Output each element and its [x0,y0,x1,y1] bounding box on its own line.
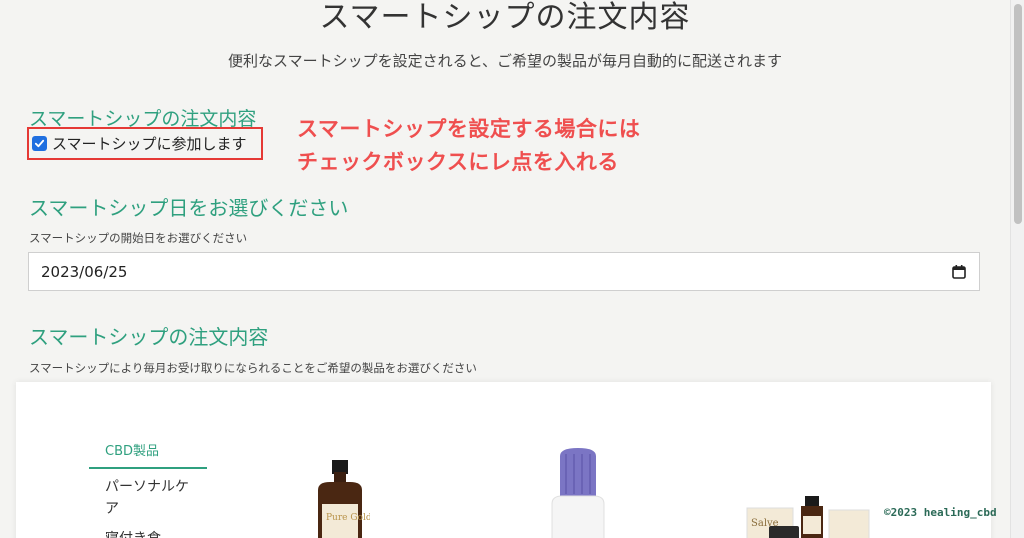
page: スマートシップの注文内容 便利なスマートシップを設定されると、ご希望の製品が毎月… [0,0,1010,538]
annotation-line-1: スマートシップを設定する場合には [297,117,641,141]
category-tab-food[interactable]: 寝付き食 [105,528,161,538]
order-description: スマートシップにより毎月お受け取りになられることをご希望の製品をお選びください [29,361,477,375]
category-tab-cbd[interactable]: CBD製品 [89,440,207,469]
smartship-date-input[interactable]: 2023/06/25 [28,252,980,291]
order-heading: スマートシップの注文内容 [29,325,269,349]
date-value: 2023/06/25 [41,262,128,281]
smartship-optin-label[interactable]: スマートシップに参加します [52,133,247,154]
smartship-optin-checkbox-highlight: スマートシップに参加します [27,127,263,160]
date-heading: スマートシップ日をお選びください [29,196,349,220]
dropper-bottle-icon[interactable] [548,448,608,538]
page-title: スマートシップの注文内容 [319,0,691,35]
product-brand-text: Pure Gold [326,513,370,523]
date-field-label: スマートシップの開始日をお選びください [29,231,248,245]
amber-bottle-icon[interactable]: Pure Gold [310,460,370,538]
calendar-icon[interactable] [951,264,967,280]
smartship-optin-checkbox[interactable] [32,136,47,151]
page-subtitle: 便利なスマートシップを設定されると、ご希望の製品が毎月自動的に配送されます [228,52,782,70]
annotation-line-2: チェックボックスにレ点を入れる [297,150,619,174]
salve-set-icon[interactable]: Salve [745,496,875,538]
copyright-watermark: ©2023 healing_cbd [884,506,997,519]
category-tab-personal-care[interactable]: パーソナルケア [105,476,195,520]
scrollbar[interactable] [1010,0,1024,538]
checkmark-icon [34,139,45,148]
scrollbar-thumb[interactable] [1014,4,1022,224]
